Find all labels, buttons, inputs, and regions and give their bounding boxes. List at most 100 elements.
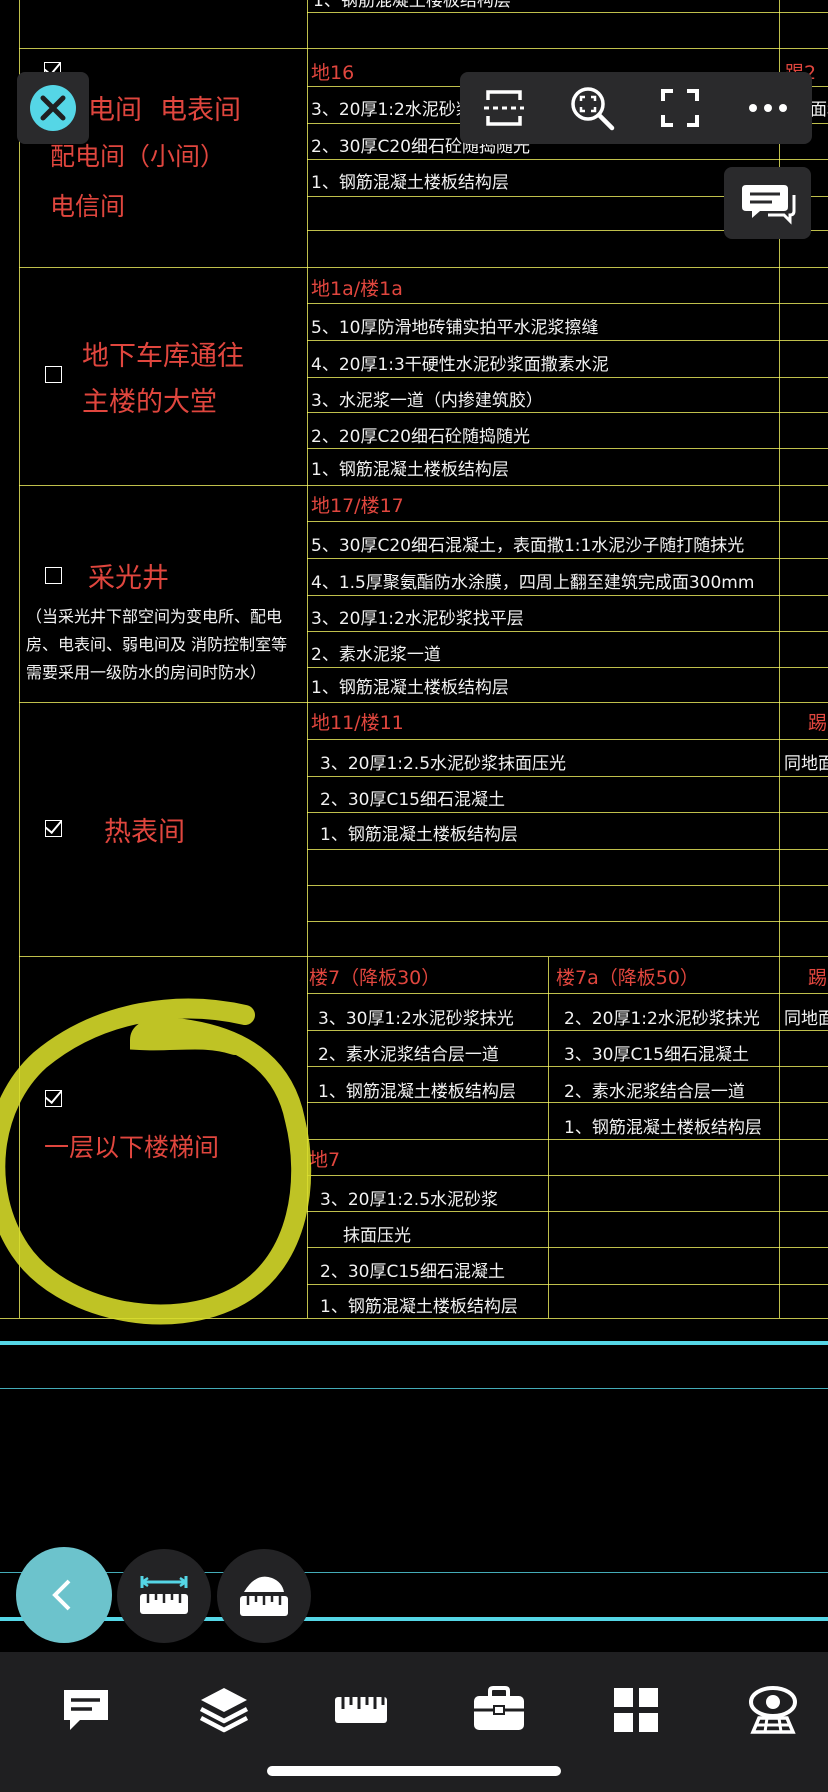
home-indicator [267,1766,561,1776]
cyan-rule [0,1388,828,1389]
grid-line [19,267,828,268]
grid-line [307,667,828,668]
room-name: 主楼的大堂 [82,387,217,418]
layer-text: 5、10厚防滑地砖铺实拍平水泥浆擦缝 [311,318,599,338]
floor-code: 地17/楼17 [311,495,404,517]
grid-line [19,48,828,49]
grid-line [307,448,828,449]
layer-text: 4、1.5厚聚氨酯防水涂膜，四周上翻至建筑完成面300mm [311,573,755,593]
measure-length-button[interactable] [117,1549,211,1643]
zoom-select-button[interactable] [564,80,620,136]
floor-code: 楼7a（降板50） [556,967,699,989]
nav-view-button[interactable] [743,1680,803,1740]
apps-icon [614,1688,658,1732]
layer-text: 2、30厚C15细石混凝土 [320,790,505,810]
grid-line [307,595,828,596]
room-name: 电表间 [160,95,241,126]
layer-text: 3、20厚1:2.5水泥砂浆 [320,1190,499,1210]
back-button[interactable] [16,1547,112,1643]
close-button[interactable] [17,72,89,144]
nav-apps-button[interactable] [606,1680,666,1740]
grid-line [307,1066,828,1067]
floor-code: 楼7（降板30） [309,967,441,989]
floor-code: 地16 [311,62,355,84]
grid-line [307,340,828,341]
more-button[interactable] [740,80,796,136]
nav-ruler-button[interactable] [331,1680,391,1740]
viewer-toolbar [460,72,812,144]
layer-text: 4、20厚1:3干硬性水泥砂浆面撒素水泥 [311,355,609,375]
layer-text: 2、素水泥浆结合层一道 [564,1082,745,1102]
layer-text: 3、20厚1:2水泥砂浆找平层 [311,609,524,629]
grid-line [307,1247,828,1248]
layer-text: 3、20厚1:2.5水泥砂浆抹面压光 [320,754,567,774]
grid-line [307,1175,828,1176]
grid-line [307,885,828,886]
nav-toolbox-button[interactable] [469,1680,529,1740]
grid-line [307,521,828,522]
grid-line [19,702,828,703]
layer-text: 2、素水泥浆一道 [311,645,441,665]
toolbox-icon [474,1686,524,1730]
row-checkbox[interactable] [45,567,62,584]
layer-text: 2、素水泥浆结合层一道 [318,1045,499,1065]
nav-layers-button[interactable] [194,1680,254,1740]
row-checkbox[interactable] [45,366,62,383]
grid-line [307,921,828,922]
room-name: 电间 [88,95,142,126]
grid-line [307,1284,828,1285]
grid-line [307,377,828,378]
fullscreen-icon [661,89,699,127]
room-name: 地下车库通往 [82,341,244,372]
close-icon [30,85,76,131]
grid-line [19,956,828,957]
layer-text: 3、30厚1:2水泥砂浆抹光 [318,1009,514,1029]
grid-line [307,739,828,740]
crop-button[interactable] [476,80,532,136]
comment-button[interactable] [724,167,811,239]
layer-text: 3、30厚C15细石混凝土 [564,1045,749,1065]
room-note: （当采光井下部空间为变电所、配电房、电表间、弱电间及 消防控制室等需要采用一级防… [26,607,288,682]
floor-code: 地11/楼11 [311,712,404,734]
layer-text: 1、钢筋混凝土楼板结构层 [311,173,509,193]
nav-comment-button[interactable] [56,1680,116,1740]
comment-icon [64,1690,108,1730]
floor-code: 地1a/楼1a [311,278,403,300]
drawing-canvas[interactable]: 1、钢筋混凝土楼板结构层 电间 电表间 配电间（小间） 电信间 地16 3、20… [0,0,828,1792]
comment-icon [742,185,796,225]
back-icon [52,1579,71,1611]
layer-text: 3、20厚1:2水泥砂浆 [311,100,473,120]
grid-line [307,776,828,777]
measure-area-button[interactable] [217,1549,311,1643]
layer-text: 1、钢筋混凝土楼板结构层 [313,0,511,11]
highlight-annotation [0,998,312,1325]
crop-icon [484,90,524,126]
right-text: 同地面和 [784,1009,828,1029]
measure-area-icon [240,1576,288,1616]
layer-text: 1、钢筋混凝土楼板结构层 [320,1297,518,1317]
grid-line [307,1211,828,1212]
grid-line [307,412,828,413]
layers-icon [199,1688,249,1733]
grid-line [307,1030,828,1031]
layer-text: 2、30厚C15细石混凝土 [320,1262,505,1282]
right-code: 踢 [808,967,828,989]
layer-text: 2、20厚C20细石砼随捣随光 [311,427,530,447]
grid-line [307,558,828,559]
layer-text: 1、钢筋混凝土楼板结构层 [311,460,509,480]
layer-text: 2、20厚1:2水泥砂浆抹光 [564,1009,760,1029]
layer-text: 3、水泥浆一道（内掺建筑胶） [311,391,543,411]
measure-length-icon [140,1576,188,1614]
grid-line [307,993,828,994]
right-text: 同地面和 [784,754,828,774]
grid-line [307,849,828,850]
grid-line [548,957,549,1318]
row-checkbox[interactable] [45,820,62,837]
zoom-select-icon [571,87,615,131]
grid-line [307,159,828,160]
ruler-icon [335,1697,387,1723]
room-name: 热表间 [104,817,185,848]
right-text: 面和 [810,100,828,120]
fullscreen-button[interactable] [652,80,708,136]
grid-line [307,1139,828,1140]
